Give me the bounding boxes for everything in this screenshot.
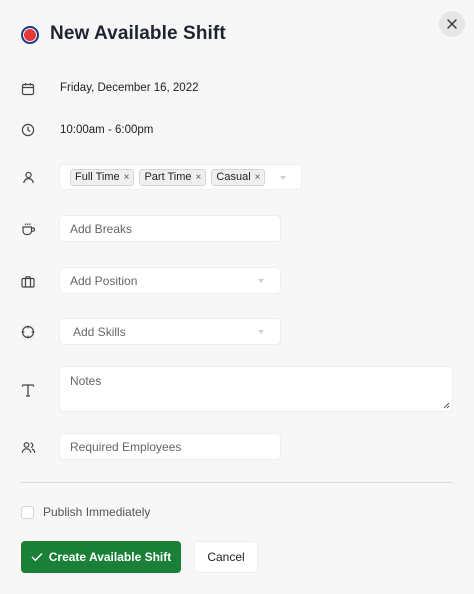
checkmark-icon [31, 553, 43, 562]
remove-tag-button[interactable]: × [124, 172, 130, 183]
notes-row: Notes [0, 366, 474, 412]
coffee-cup-icon [19, 220, 37, 238]
tag-part-time: Part Time × [139, 168, 207, 186]
person-icon [19, 168, 37, 186]
skills-row: Add Skills [0, 318, 474, 345]
required-employees-input[interactable]: Required Employees [59, 433, 281, 460]
tag-label: Part Time [144, 171, 192, 183]
chevron-down-icon [280, 176, 286, 180]
calendar-icon [19, 80, 37, 98]
position-select[interactable]: Add Position [59, 267, 281, 294]
notes-placeholder: Notes [70, 374, 102, 388]
position-placeholder: Add Position [70, 273, 138, 288]
briefcase-icon [19, 272, 37, 290]
shift-time: 10:00am - 6:00pm [60, 124, 154, 136]
breaks-input[interactable]: Add Breaks [59, 215, 281, 242]
cancel-button[interactable]: Cancel [194, 541, 258, 573]
skills-placeholder: Add Skills [73, 324, 126, 339]
tag-full-time: Full Time × [70, 168, 135, 186]
time-row: 10:00am - 6:00pm [0, 120, 474, 142]
close-icon [447, 19, 457, 29]
publish-checkbox[interactable] [21, 506, 34, 519]
breaks-row: Add Breaks [0, 215, 474, 242]
required-employees-row: Required Employees [0, 433, 474, 460]
tag-label: Full Time [75, 171, 120, 183]
remove-tag-button[interactable]: × [196, 172, 202, 183]
crosshair-icon [19, 323, 37, 341]
shift-date: Friday, December 16, 2022 [60, 82, 199, 94]
tag-label: Casual [216, 171, 251, 183]
clock-icon [19, 121, 37, 139]
chevron-down-icon [258, 330, 264, 334]
tag-casual: Casual × [211, 168, 266, 186]
position-row: Add Position [0, 267, 474, 294]
chevron-down-icon [258, 279, 264, 283]
text-icon [19, 381, 37, 399]
skills-select[interactable]: Add Skills [59, 318, 281, 345]
employment-type-select[interactable]: Full Time × Part Time × Casual × [59, 164, 302, 190]
close-button[interactable] [439, 11, 465, 37]
divider [20, 482, 453, 483]
notes-textarea[interactable]: Notes [59, 366, 453, 412]
modal-header: New Available Shift [0, 0, 474, 70]
employment-type-row: Full Time × Part Time × Casual × [0, 164, 474, 190]
modal-title: New Available Shift [50, 23, 226, 44]
status-dot-icon [21, 26, 39, 44]
people-icon [19, 438, 37, 456]
remove-tag-button[interactable]: × [255, 172, 261, 183]
resize-handle-icon[interactable] [443, 402, 450, 409]
date-row: Friday, December 16, 2022 [0, 78, 474, 100]
create-shift-label: Create Available Shift [48, 550, 172, 564]
create-shift-button[interactable]: Create Available Shift [21, 541, 181, 573]
publish-label[interactable]: Publish Immediately [43, 505, 150, 519]
